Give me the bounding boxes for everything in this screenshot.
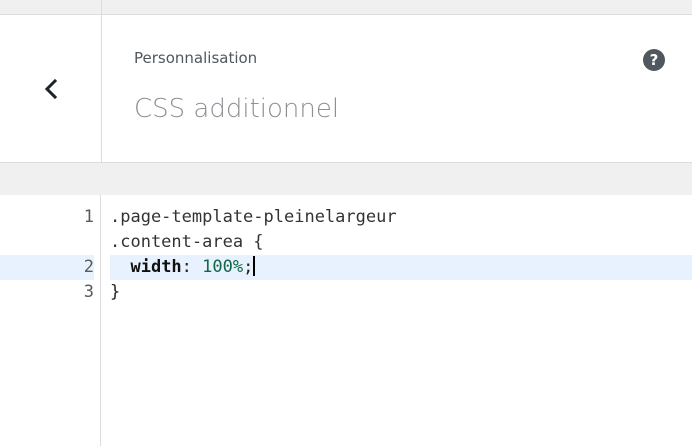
css-semicolon: ;: [243, 257, 254, 277]
section-header: Personnalisation CSS additionnel ?: [0, 15, 692, 163]
breadcrumb: Personnalisation: [134, 49, 258, 67]
line-number: 2: [0, 255, 94, 280]
help-button[interactable]: ?: [643, 49, 665, 71]
code-line[interactable]: 3 }: [0, 280, 692, 305]
code-text: .content-area {: [110, 232, 264, 252]
code-text: }: [110, 282, 121, 302]
page-title: CSS additionnel: [134, 94, 340, 124]
css-colon: :: [181, 257, 203, 277]
css-property: width: [130, 257, 182, 277]
text-cursor: [253, 256, 256, 276]
question-mark-icon: ?: [649, 51, 659, 69]
divider: [101, 0, 102, 14]
top-strip: [0, 0, 692, 15]
chevron-left-icon: [44, 78, 57, 99]
code-line-active[interactable]: 2 width: 100%;: [0, 255, 692, 280]
css-value: 100%: [202, 257, 244, 277]
code-text: width: 100%;: [110, 255, 692, 280]
back-button[interactable]: [0, 15, 102, 162]
line-number: 1: [83, 207, 94, 227]
code-line[interactable]: 1 .page-template-pleinelargeur: [0, 205, 692, 230]
css-code-editor[interactable]: 1 .page-template-pleinelargeur .content-…: [0, 195, 692, 446]
code-text: .page-template-pleinelargeur: [110, 207, 397, 227]
panel-gap: [0, 163, 692, 195]
line-number: 3: [83, 282, 94, 302]
code-line-wrapped[interactable]: .content-area {: [0, 230, 692, 255]
